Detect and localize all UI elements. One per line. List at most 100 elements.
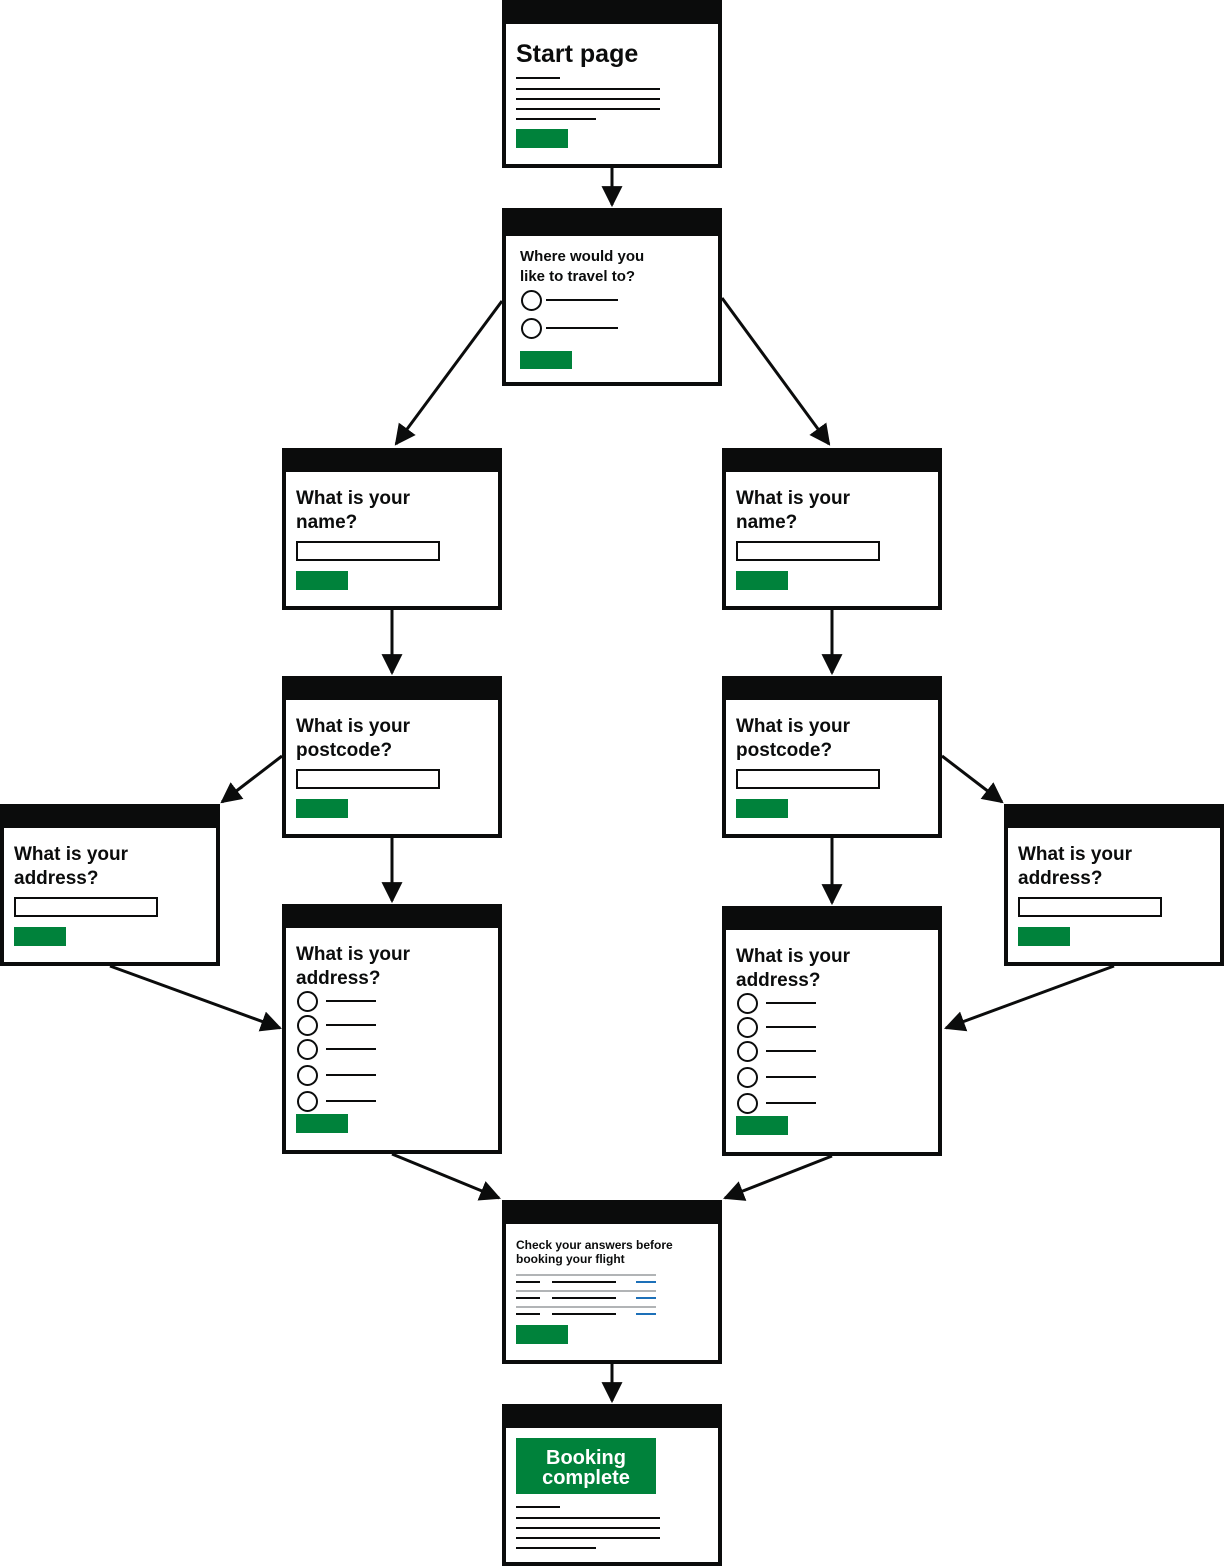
arrow-left-manual-to-select	[109, 964, 282, 1032]
option-label-placeholder	[326, 1024, 376, 1026]
option-label-placeholder	[326, 1000, 376, 1002]
address-question-heading: What is your address?	[1018, 844, 1133, 889]
arrow-left-select-to-check	[391, 1152, 501, 1201]
change-link[interactable]	[636, 1313, 656, 1315]
postcode-input[interactable]	[736, 769, 880, 789]
browser-bar	[286, 908, 498, 928]
option-label-placeholder	[766, 1026, 816, 1028]
text-placeholder	[516, 1506, 560, 1508]
postcode-question-heading: What is your postcode?	[736, 716, 851, 761]
radio-option[interactable]	[297, 1039, 318, 1060]
radio-option[interactable]	[737, 993, 758, 1014]
travel-question-node: Where would you like to travel to?	[502, 208, 722, 386]
address-question-heading: What is your address?	[296, 944, 411, 989]
text-placeholder	[516, 1547, 596, 1549]
check-answers-heading: Check your answers before booking your f…	[516, 1238, 673, 1266]
text-placeholder	[516, 108, 660, 110]
continue-button[interactable]	[1018, 927, 1070, 946]
address-input[interactable]	[14, 897, 158, 917]
summary-key-placeholder	[516, 1313, 540, 1315]
continue-button[interactable]	[520, 351, 572, 369]
text-placeholder	[516, 88, 660, 90]
arrow-left-postcode-to-manual	[220, 754, 283, 804]
browser-bar	[726, 680, 938, 700]
browser-bar	[506, 1408, 718, 1428]
continue-button[interactable]	[296, 1114, 348, 1133]
option-label-placeholder	[326, 1074, 376, 1076]
radio-option[interactable]	[521, 290, 542, 311]
left-manual-address-node: What is your address?	[0, 804, 220, 966]
address-question-heading: What is your address?	[736, 946, 851, 991]
text-placeholder	[516, 1527, 660, 1529]
option-label-placeholder	[766, 1102, 816, 1104]
change-link[interactable]	[636, 1297, 656, 1299]
arrow-right-select-to-check	[723, 1154, 833, 1201]
summary-key-placeholder	[516, 1297, 540, 1299]
name-question-heading: What is your name?	[296, 488, 411, 533]
radio-option[interactable]	[297, 1091, 318, 1112]
postcode-question-heading: What is your postcode?	[296, 716, 411, 761]
name-input[interactable]	[736, 541, 880, 561]
summary-value-placeholder	[552, 1281, 616, 1283]
browser-bar	[726, 910, 938, 930]
radio-option[interactable]	[737, 1041, 758, 1062]
continue-button[interactable]	[14, 927, 66, 946]
option-label-placeholder	[766, 1076, 816, 1078]
summary-row-divider	[516, 1290, 656, 1292]
text-placeholder	[516, 118, 596, 120]
travel-question-heading: Where would you like to travel to?	[520, 248, 645, 285]
right-manual-address-node: What is your address?	[1004, 804, 1224, 966]
continue-button[interactable]	[296, 571, 348, 590]
arrow-right-postcode-to-manual	[941, 754, 1004, 804]
name-question-heading: What is your name?	[736, 488, 851, 533]
arrow-right-manual-to-select	[944, 964, 1115, 1032]
radio-option[interactable]	[737, 1017, 758, 1038]
confirmation-panel: Booking complete	[516, 1438, 656, 1494]
summary-value-placeholder	[552, 1297, 616, 1299]
right-postcode-node: What is your postcode?	[722, 676, 942, 838]
submit-button[interactable]	[516, 1325, 568, 1344]
radio-option[interactable]	[737, 1093, 758, 1114]
summary-row-divider	[516, 1274, 656, 1276]
arrow-travel-to-right-name	[720, 297, 831, 446]
radio-option[interactable]	[297, 1065, 318, 1086]
browser-bar	[506, 4, 718, 24]
continue-button[interactable]	[736, 571, 788, 590]
text-placeholder	[516, 77, 560, 79]
text-placeholder	[516, 98, 660, 100]
check-answers-node: Check your answers before booking your f…	[502, 1200, 722, 1364]
browser-bar	[506, 1204, 718, 1224]
start-page-node: Start page	[502, 0, 722, 168]
option-label-placeholder	[766, 1002, 816, 1004]
left-name-node: What is your name?	[282, 448, 502, 610]
continue-button[interactable]	[736, 1116, 788, 1135]
radio-option[interactable]	[521, 318, 542, 339]
right-name-node: What is your name?	[722, 448, 942, 610]
address-input[interactable]	[1018, 897, 1162, 917]
option-label-placeholder	[546, 327, 618, 329]
name-input[interactable]	[296, 541, 440, 561]
option-label-placeholder	[326, 1100, 376, 1102]
continue-button[interactable]	[296, 799, 348, 818]
left-postcode-node: What is your postcode?	[282, 676, 502, 838]
right-select-address-node: What is your address?	[722, 906, 942, 1156]
change-link[interactable]	[636, 1281, 656, 1283]
booking-complete-node: Booking complete	[502, 1404, 722, 1566]
browser-bar	[4, 808, 216, 828]
arrow-travel-to-left-name	[394, 300, 504, 446]
start-button[interactable]	[516, 129, 568, 148]
summary-row-divider	[516, 1306, 656, 1308]
radio-option[interactable]	[297, 1015, 318, 1036]
browser-bar	[506, 212, 718, 236]
browser-bar	[726, 452, 938, 472]
option-label-placeholder	[326, 1048, 376, 1050]
radio-option[interactable]	[737, 1067, 758, 1088]
option-label-placeholder	[766, 1050, 816, 1052]
radio-option[interactable]	[297, 991, 318, 1012]
option-label-placeholder	[546, 299, 618, 301]
browser-bar	[286, 452, 498, 472]
address-question-heading: What is your address?	[14, 844, 129, 889]
continue-button[interactable]	[736, 799, 788, 818]
text-placeholder	[516, 1517, 660, 1519]
postcode-input[interactable]	[296, 769, 440, 789]
